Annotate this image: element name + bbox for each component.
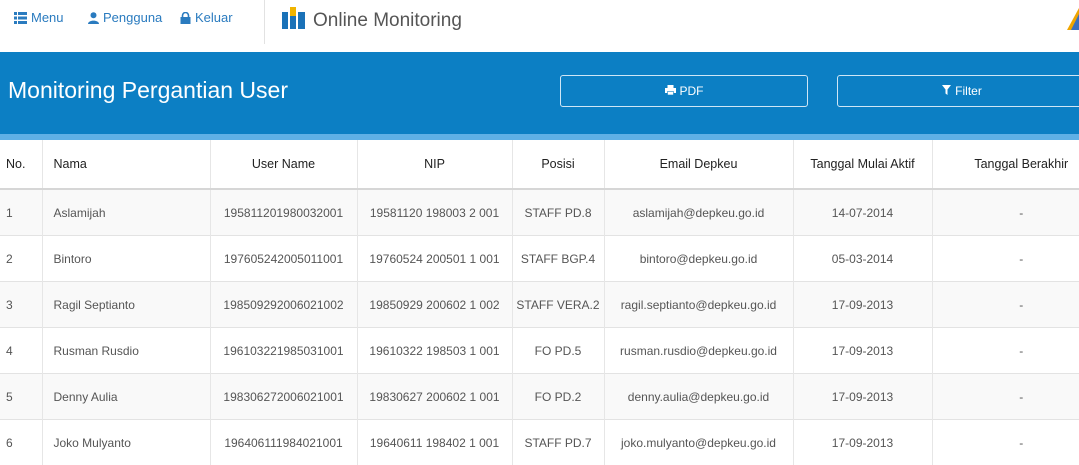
cell-nip: 19830627 200602 1 001: [357, 374, 512, 420]
cell-end-date: -: [932, 282, 1079, 328]
logo-icon: [1065, 8, 1079, 35]
cell-nip: 19850929 200602 1 002: [357, 282, 512, 328]
cell-username: 198306272006021001: [210, 374, 357, 420]
cell-posisi: STAFF VERA.2: [512, 282, 604, 328]
column-header-end-date[interactable]: Tanggal Berakhir: [932, 140, 1079, 189]
column-header-nip[interactable]: NIP: [357, 140, 512, 189]
pdf-button[interactable]: PDF: [560, 75, 808, 107]
lock-icon: [180, 12, 191, 24]
cell-end-date: -: [932, 374, 1079, 420]
list-icon: [14, 12, 27, 24]
column-header-email[interactable]: Email Depkeu: [604, 140, 793, 189]
cell-email: ragil.septianto@depkeu.go.id: [604, 282, 793, 328]
brand[interactable]: Online Monitoring: [282, 7, 462, 35]
cell-posisi: FO PD.2: [512, 374, 604, 420]
table-row[interactable]: 4 Rusman Rusdio 196103221985031001 19610…: [0, 328, 1079, 374]
logout-label: Keluar: [195, 10, 233, 25]
nav-divider: [264, 0, 265, 44]
users-link[interactable]: Pengguna: [88, 10, 162, 25]
column-header-start-date[interactable]: Tanggal Mulai Aktif: [793, 140, 932, 189]
cell-nip: 19581120 198003 2 001: [357, 189, 512, 236]
cell-posisi: STAFF PD.7: [512, 420, 604, 465]
cell-nama: Denny Aulia: [42, 374, 210, 420]
menu-label: Menu: [31, 10, 64, 25]
cell-nip: 19640611 198402 1 001: [357, 420, 512, 465]
cell-start-date: 17-09-2013: [793, 374, 932, 420]
column-header-nama[interactable]: Nama: [42, 140, 210, 189]
column-header-username[interactable]: User Name: [210, 140, 357, 189]
cell-posisi: STAFF BGP.4: [512, 236, 604, 282]
table-row[interactable]: 1 Aslamijah 195811201980032001 19581120 …: [0, 189, 1079, 236]
cell-start-date: 05-03-2014: [793, 236, 932, 282]
cell-email: joko.mulyanto@depkeu.go.id: [604, 420, 793, 465]
cell-start-date: 17-09-2013: [793, 420, 932, 465]
brand-label: Online Monitoring: [313, 10, 462, 32]
cell-email: denny.aulia@depkeu.go.id: [604, 374, 793, 420]
filter-label: Filter: [955, 84, 982, 98]
cell-email: aslamijah@depkeu.go.id: [604, 189, 793, 236]
cell-nama: Ragil Septianto: [42, 282, 210, 328]
cell-posisi: STAFF PD.8: [512, 189, 604, 236]
page-title: Monitoring Pergantian User: [8, 77, 288, 104]
table-row[interactable]: 3 Ragil Septianto 198509292006021002 198…: [0, 282, 1079, 328]
table-row[interactable]: 5 Denny Aulia 198306272006021001 1983062…: [0, 374, 1079, 420]
menu-link[interactable]: Menu: [14, 10, 64, 25]
cell-nama: Joko Mulyanto: [42, 420, 210, 465]
cell-end-date: -: [932, 236, 1079, 282]
column-header-posisi[interactable]: Posisi: [512, 140, 604, 189]
cell-username: 196103221985031001: [210, 328, 357, 374]
table-row[interactable]: 6 Joko Mulyanto 196406111984021001 19640…: [0, 420, 1079, 465]
users-label: Pengguna: [103, 10, 162, 25]
cell-end-date: -: [932, 420, 1079, 465]
cell-email: bintoro@depkeu.go.id: [604, 236, 793, 282]
cell-nip: 19610322 198503 1 001: [357, 328, 512, 374]
dashboard-icon: [282, 7, 305, 35]
cell-no: 6: [0, 420, 42, 465]
cell-nip: 19760524 200501 1 001: [357, 236, 512, 282]
cell-username: 197605242005011001: [210, 236, 357, 282]
cell-no: 3: [0, 282, 42, 328]
cell-posisi: FO PD.5: [512, 328, 604, 374]
filter-icon: [942, 84, 951, 98]
cell-username: 198509292006021002: [210, 282, 357, 328]
cell-start-date: 14-07-2014: [793, 189, 932, 236]
column-header-no[interactable]: No.: [0, 140, 42, 189]
top-nav: Menu Pengguna Keluar Online Monitoring: [0, 0, 1079, 44]
cell-no: 5: [0, 374, 42, 420]
page-header: Monitoring Pergantian User PDF Filter: [0, 52, 1079, 140]
table-header-row: No. Nama User Name NIP Posisi Email Depk…: [0, 140, 1079, 189]
cell-nama: Bintoro: [42, 236, 210, 282]
filter-button[interactable]: Filter: [837, 75, 1079, 107]
cell-start-date: 17-09-2013: [793, 328, 932, 374]
cell-start-date: 17-09-2013: [793, 282, 932, 328]
cell-no: 1: [0, 189, 42, 236]
cell-no: 2: [0, 236, 42, 282]
table-row[interactable]: 2 Bintoro 197605242005011001 19760524 20…: [0, 236, 1079, 282]
print-icon: [665, 84, 676, 98]
cell-username: 195811201980032001: [210, 189, 357, 236]
logout-link[interactable]: Keluar: [180, 10, 233, 25]
cell-nama: Rusman Rusdio: [42, 328, 210, 374]
user-icon: [88, 12, 99, 24]
cell-nama: Aslamijah: [42, 189, 210, 236]
cell-end-date: -: [932, 189, 1079, 236]
cell-email: rusman.rusdio@depkeu.go.id: [604, 328, 793, 374]
cell-no: 4: [0, 328, 42, 374]
pdf-label: PDF: [680, 84, 704, 98]
cell-end-date: -: [932, 328, 1079, 374]
user-table: No. Nama User Name NIP Posisi Email Depk…: [0, 140, 1079, 465]
cell-username: 196406111984021001: [210, 420, 357, 465]
